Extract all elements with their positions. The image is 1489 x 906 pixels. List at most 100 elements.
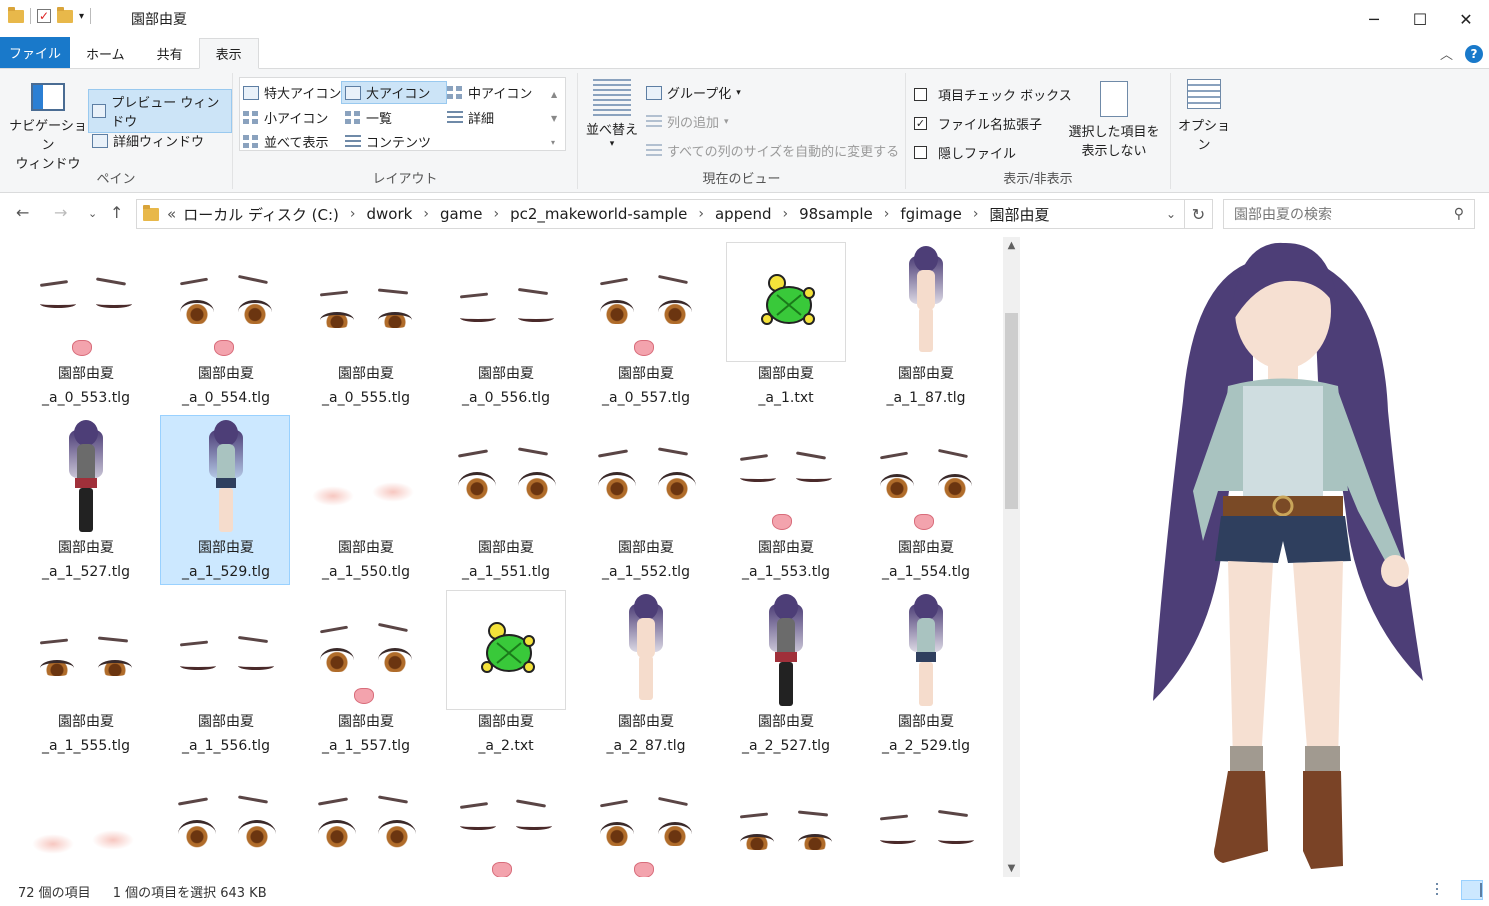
layout-large-icons[interactable]: 大アイコン — [341, 81, 448, 104]
tab-file[interactable]: ファイル — [0, 37, 70, 68]
breadcrumb-game[interactable]: game — [433, 205, 490, 223]
options-button[interactable]: オプション — [1174, 79, 1234, 155]
minimize-button[interactable]: ─ — [1351, 0, 1397, 38]
maximize-button[interactable]: ☐ — [1397, 0, 1443, 38]
breadcrumb-98sample[interactable]: 98sample — [792, 205, 880, 223]
file-item[interactable]: 園部由夏 _a_1_553.tlg — [720, 415, 850, 585]
close-button[interactable]: ✕ — [1443, 0, 1489, 38]
file-name: 園部由夏 _a_1_87.tlg — [861, 362, 991, 410]
file-name: 園部由夏 _a_1_551.tlg — [441, 536, 571, 584]
up-arrow-icon[interactable]: ↑ — [110, 203, 123, 222]
size-all-columns-button[interactable]: すべての列のサイズを自動的に変更する — [646, 141, 899, 160]
group-by-button[interactable]: グループ化 ▾ — [646, 83, 741, 102]
file-item[interactable]: 園部由夏 _a_0_553.tlg — [20, 241, 150, 411]
layout-medium-icons[interactable]: 中アイコン — [447, 83, 532, 102]
file-item[interactable]: 園部由夏 _a_1_556.tlg — [160, 589, 290, 759]
breadcrumb-chevron-icon[interactable]: › — [694, 206, 708, 222]
tab-home[interactable]: ホーム — [70, 38, 141, 68]
file-item[interactable]: 園部由夏 — [300, 763, 430, 877]
breadcrumb-pc2-makeworld-sample[interactable]: pc2_makeworld-sample — [503, 205, 694, 223]
scrollbar-thumb[interactable] — [1005, 313, 1018, 509]
refresh-icon[interactable]: ↻ — [1184, 200, 1212, 228]
preview-pane-button[interactable]: プレビュー ウィンドウ — [88, 89, 232, 133]
checkbox-unchecked-icon[interactable] — [914, 146, 927, 159]
file-item[interactable]: 園部由夏 _a_0_557.tlg — [580, 241, 710, 411]
recent-locations-chevron-icon[interactable]: ⌄ — [88, 207, 97, 220]
file-item[interactable]: 園部由夏 — [440, 763, 570, 877]
breadcrumb-chevron-icon[interactable]: › — [969, 206, 983, 222]
customize-toolbar-chevron-icon[interactable]: ▾ — [79, 11, 84, 22]
address-history-chevron-icon[interactable]: ⌄ — [1158, 207, 1184, 221]
large-icons-view-icon[interactable] — [1461, 880, 1483, 900]
breadcrumb-chevron-icon[interactable]: › — [419, 206, 433, 222]
file-item[interactable]: 園部由夏 — [160, 763, 290, 877]
breadcrumb-chevron-icon[interactable]: › — [880, 206, 894, 222]
item-checkboxes-toggle[interactable]: 項目チェック ボックス — [914, 85, 1072, 104]
back-arrow-icon[interactable]: ← — [16, 203, 29, 222]
breadcrumb-chevron-icon[interactable]: › — [346, 206, 360, 222]
overflow-chevron[interactable]: « — [167, 205, 176, 223]
file-item[interactable]: 園部由夏 _a_0_556.tlg — [440, 241, 570, 411]
search-icon[interactable]: ⚲ — [1454, 206, 1464, 222]
checkbox-checked-icon[interactable]: ✓ — [914, 117, 927, 130]
breadcrumb-dwork[interactable]: dwork — [360, 205, 420, 223]
breadcrumb-chevron-icon[interactable]: › — [490, 206, 504, 222]
file-item[interactable]: 園部由夏 _a_2.txt — [440, 589, 570, 759]
file-item[interactable]: 園部由夏 — [580, 763, 710, 877]
layout-list[interactable]: 一覧 — [345, 108, 392, 127]
extra-large-icons-icon — [243, 85, 259, 100]
help-icon[interactable]: ? — [1465, 44, 1483, 63]
file-item[interactable]: 園部由夏 _a_2_527.tlg — [720, 589, 850, 759]
hide-selected-items-button[interactable]: 選択した項目を 表示しない — [1064, 81, 1164, 161]
file-item[interactable]: 園部由夏 _a_1_529.tlg — [160, 415, 290, 585]
new-folder-icon[interactable] — [57, 6, 73, 23]
layout-content[interactable]: コンテンツ — [345, 132, 431, 151]
file-item[interactable]: 園部由夏 — [20, 763, 150, 877]
details-pane-label: 詳細ウィンドウ — [113, 135, 205, 150]
vertical-scrollbar[interactable]: ▲ ▼ — [1003, 237, 1020, 877]
add-columns-button[interactable]: 列の追加 ▾ — [646, 112, 729, 131]
search-input[interactable]: 園部由夏の検索 ⚲ — [1223, 199, 1475, 229]
file-item[interactable]: 園部由夏 _a_1_552.tlg — [580, 415, 710, 585]
address-bar[interactable]: « ローカル ディスク (C:) › dwork › game › pc2_ma… — [136, 199, 1213, 229]
details-pane-button[interactable]: 詳細ウィンドウ — [92, 131, 204, 150]
breadcrumb-current-folder[interactable]: 園部由夏 — [982, 204, 1056, 225]
breadcrumb-local-disk[interactable]: ローカル ディスク (C:) — [176, 204, 346, 225]
properties-icon[interactable]: ✓ — [37, 9, 51, 23]
tab-view[interactable]: 表示 — [198, 38, 259, 69]
file-item[interactable]: 園部由夏 _a_0_554.tlg — [160, 241, 290, 411]
file-item[interactable]: 園部由夏 _a_1_527.tlg — [20, 415, 150, 585]
navigation-pane-button[interactable]: ナビゲーション ウィンドウ — [8, 83, 88, 174]
sort-by-button[interactable]: 並べ替え ▾ — [582, 79, 642, 149]
file-item[interactable]: 園部由夏 — [720, 763, 850, 877]
gallery-scroll-arrows[interactable]: ▲ ▼ ▾ — [551, 83, 557, 155]
layout-extra-large-icons[interactable]: 特大アイコン — [243, 83, 341, 102]
file-item[interactable]: 園部由夏 _a_0_555.tlg — [300, 241, 430, 411]
file-item[interactable]: 園部由夏 _a_2_87.tlg — [580, 589, 710, 759]
layout-details[interactable]: 詳細 — [447, 108, 494, 127]
file-extensions-toggle[interactable]: ✓ ファイル名拡張子 — [914, 114, 1042, 133]
file-item[interactable]: 園部由夏 _a_1_557.tlg — [300, 589, 430, 759]
layout-tiles[interactable]: 並べて表示 — [243, 132, 328, 151]
layout-small-icons[interactable]: 小アイコン — [243, 108, 328, 127]
breadcrumb-chevron-icon[interactable]: › — [778, 206, 792, 222]
file-item[interactable]: 園部由夏 _a_2_529.tlg — [860, 589, 990, 759]
details-view-icon[interactable] — [1417, 880, 1439, 900]
hidden-items-toggle[interactable]: 隠しファイル — [914, 143, 1016, 162]
forward-arrow-icon[interactable]: → — [54, 203, 67, 222]
collapse-ribbon-icon[interactable]: ︿ — [1440, 44, 1453, 63]
file-item[interactable]: 園部由夏 _a_1_551.tlg — [440, 415, 570, 585]
scroll-down-arrow-icon[interactable]: ▼ — [1003, 860, 1020, 877]
file-item[interactable]: 園部由夏 _a_1_550.tlg — [300, 415, 430, 585]
file-name: 園部由夏 _a_1_552.tlg — [581, 536, 711, 584]
breadcrumb-fgimage[interactable]: fgimage — [893, 205, 969, 223]
file-item[interactable]: 園部由夏 — [860, 763, 990, 877]
scroll-up-arrow-icon[interactable]: ▲ — [1003, 237, 1020, 254]
file-item[interactable]: 園部由夏 _a_1_87.tlg — [860, 241, 990, 411]
file-item[interactable]: 園部由夏 _a_1_554.tlg — [860, 415, 990, 585]
checkbox-unchecked-icon[interactable] — [914, 88, 927, 101]
breadcrumb-append[interactable]: append — [708, 205, 779, 223]
file-item[interactable]: 園部由夏 _a_1_555.tlg — [20, 589, 150, 759]
tab-share[interactable]: 共有 — [141, 38, 199, 68]
file-item[interactable]: 園部由夏 _a_1.txt — [720, 241, 850, 411]
